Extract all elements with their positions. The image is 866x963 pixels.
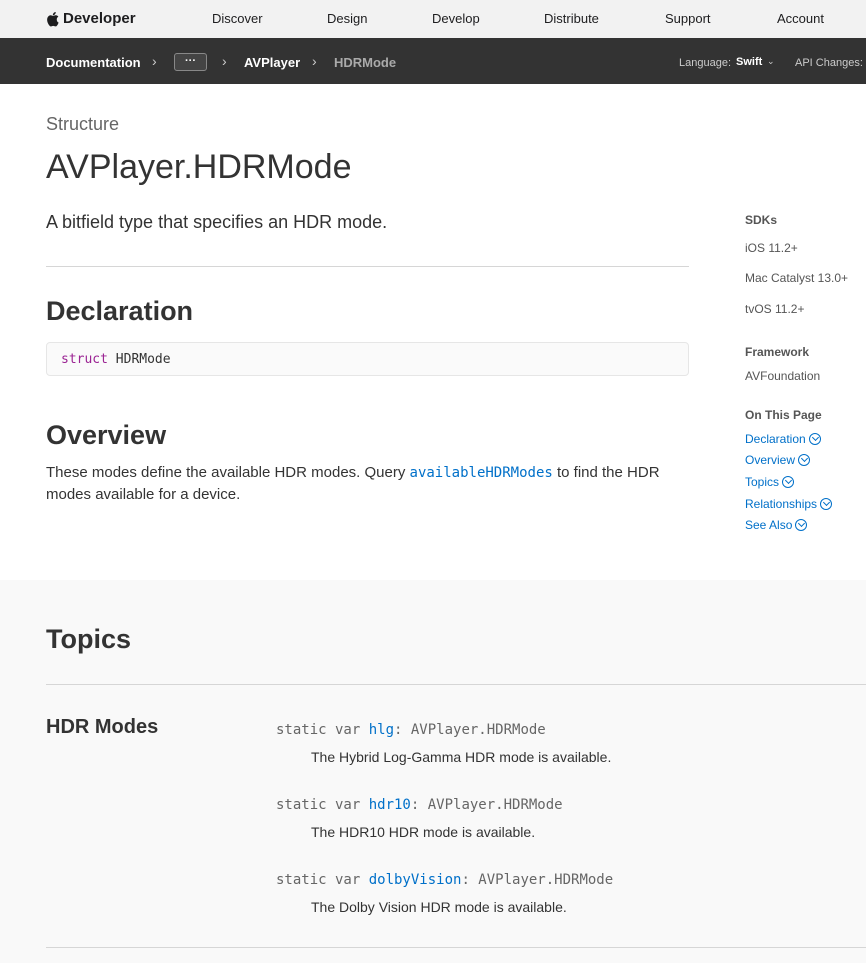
breadcrumb-more-button[interactable]: ··· [174, 53, 207, 71]
nav-develop[interactable]: Develop [432, 11, 480, 26]
symbol-suffix: : AVPlayer.HDRMode [410, 797, 563, 813]
on-this-page-label: On This Page [745, 408, 822, 422]
divider [46, 947, 866, 948]
framework-label: Framework [745, 345, 810, 359]
chevron-right-icon: › [222, 53, 227, 69]
breadcrumb-current: HDRMode [334, 55, 397, 70]
sdk-ios: iOS 11.2+ [745, 241, 798, 255]
symbol-link-dolby-vision[interactable]: dolbyVision [369, 872, 462, 888]
overview-text: These modes define the available HDR mod… [46, 462, 696, 506]
chevron-down-circle-icon [795, 519, 808, 531]
breadcrumb-documentation[interactable]: Documentation [46, 55, 141, 70]
developer-home-link[interactable]: Developer [46, 10, 136, 27]
declaration-code: struct HDRMode [46, 342, 689, 376]
chevron-right-icon: › [152, 53, 157, 69]
nav-account[interactable]: Account [777, 11, 824, 26]
chevron-down-circle-icon [798, 454, 811, 466]
brand-label: Developer [63, 10, 136, 27]
chevron-down-circle-icon [808, 433, 821, 445]
symbol-desc-hdr10: The HDR10 HDR mode is available. [311, 824, 536, 840]
global-nav: Developer Discover Design Develop Distri… [0, 0, 866, 38]
apple-logo-icon [47, 11, 59, 26]
divider [46, 266, 689, 267]
otp-relationships-label: Relationships [745, 497, 818, 511]
symbol-prefix: static var [276, 872, 369, 888]
symbol-suffix: : AVPlayer.HDRMode [394, 722, 546, 738]
divider [46, 684, 866, 685]
sdks-label: SDKs [745, 213, 778, 227]
breadcrumb: Documentation › ··· › AVPlayer › HDRMode… [0, 38, 866, 84]
sdk-tvos: tvOS 11.2+ [745, 302, 805, 316]
nav-distribute[interactable]: Distribute [544, 11, 599, 26]
api-changes-toggle[interactable]: API Changes: [795, 57, 863, 69]
chevron-down-icon[interactable]: ⌄ [767, 56, 775, 67]
declaration-keyword: struct [61, 352, 108, 367]
otp-overview[interactable]: Overview [745, 453, 811, 467]
otp-overview-label: Overview [745, 453, 796, 467]
otp-topics-label: Topics [745, 475, 780, 489]
otp-relationships[interactable]: Relationships [745, 497, 833, 511]
symbol-hlg: static var hlg: AVPlayer.HDRMode [276, 722, 546, 738]
chevron-down-circle-icon [782, 476, 795, 488]
otp-declaration-label: Declaration [745, 432, 806, 446]
nav-support[interactable]: Support [665, 11, 711, 26]
breadcrumb-avplayer[interactable]: AVPlayer [244, 55, 300, 70]
sdk-mac-catalyst: Mac Catalyst 13.0+ [745, 271, 849, 285]
topics-section: Topics HDR Modes static var hlg: AVPlaye… [0, 580, 866, 963]
symbol-desc-hlg: The Hybrid Log-Gamma HDR mode is availab… [311, 749, 612, 765]
symbol-kind: Structure [46, 114, 120, 134]
symbol-link-hlg[interactable]: hlg [369, 722, 394, 738]
symbol-prefix: static var [276, 722, 369, 738]
symbol-dolby-vision: static var dolbyVision: AVPlayer.HDRMode [276, 872, 613, 888]
chevron-down-circle-icon [820, 498, 833, 510]
language-select[interactable]: Swift [736, 56, 762, 68]
overview-heading: Overview [46, 420, 167, 450]
framework-link[interactable]: AVFoundation [745, 369, 820, 383]
symbol-prefix: static var [276, 797, 369, 813]
otp-see-also[interactable]: See Also [745, 518, 808, 532]
nav-discover[interactable]: Discover [212, 11, 263, 26]
topic-group-title: HDR Modes [46, 716, 159, 738]
symbol-hdr10: static var hdr10: AVPlayer.HDRMode [276, 797, 563, 813]
otp-declaration[interactable]: Declaration [745, 432, 821, 446]
symbol-suffix: : AVPlayer.HDRMode [461, 872, 614, 888]
topics-heading: Topics [46, 624, 132, 654]
nav-design[interactable]: Design [327, 11, 367, 26]
chevron-right-icon: › [312, 53, 317, 69]
page-title: AVPlayer.HDRMode [46, 148, 352, 186]
symbol-link-hdr10[interactable]: hdr10 [369, 797, 411, 813]
declaration-name: HDRMode [115, 352, 171, 367]
otp-topics[interactable]: Topics [745, 475, 795, 489]
symbol-desc-dolby-vision: The Dolby Vision HDR mode is available. [311, 899, 567, 915]
overview-text-before: These modes define the available HDR mod… [46, 464, 410, 481]
otp-see-also-label: See Also [745, 518, 793, 532]
abstract: A bitfield type that specifies an HDR mo… [46, 212, 388, 232]
declaration-heading: Declaration [46, 296, 194, 326]
language-label: Language: [679, 57, 731, 69]
available-hdr-modes-link[interactable]: availableHDRModes [410, 465, 553, 481]
